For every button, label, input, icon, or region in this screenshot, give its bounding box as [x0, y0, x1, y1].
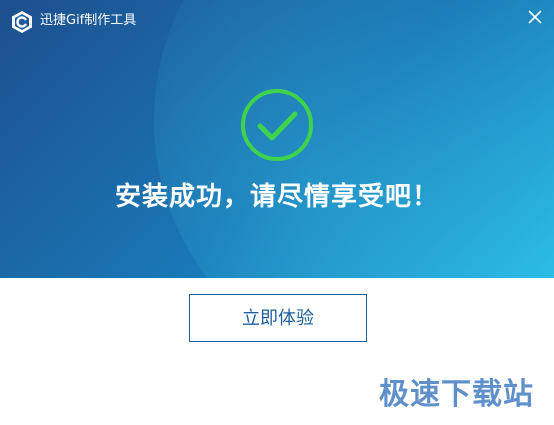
check-circle-icon: [241, 89, 313, 161]
title-bar: 迅捷Gif制作工具: [0, 0, 554, 40]
header-banner: 迅捷Gif制作工具 安装成功，请尽情享受吧！: [0, 0, 554, 278]
app-logo-icon: [12, 11, 32, 33]
app-title: 迅捷Gif制作工具: [40, 13, 137, 28]
watermark-logo: 极速下载站: [379, 377, 534, 412]
start-now-button[interactable]: 立即体验: [189, 294, 367, 342]
success-message: 安装成功，请尽情享受吧！: [114, 182, 439, 212]
installer-window: 迅捷Gif制作工具 安装成功，请尽情享受吧！ 立即体验 极速下载站: [0, 0, 554, 425]
close-icon[interactable]: [524, 6, 546, 28]
